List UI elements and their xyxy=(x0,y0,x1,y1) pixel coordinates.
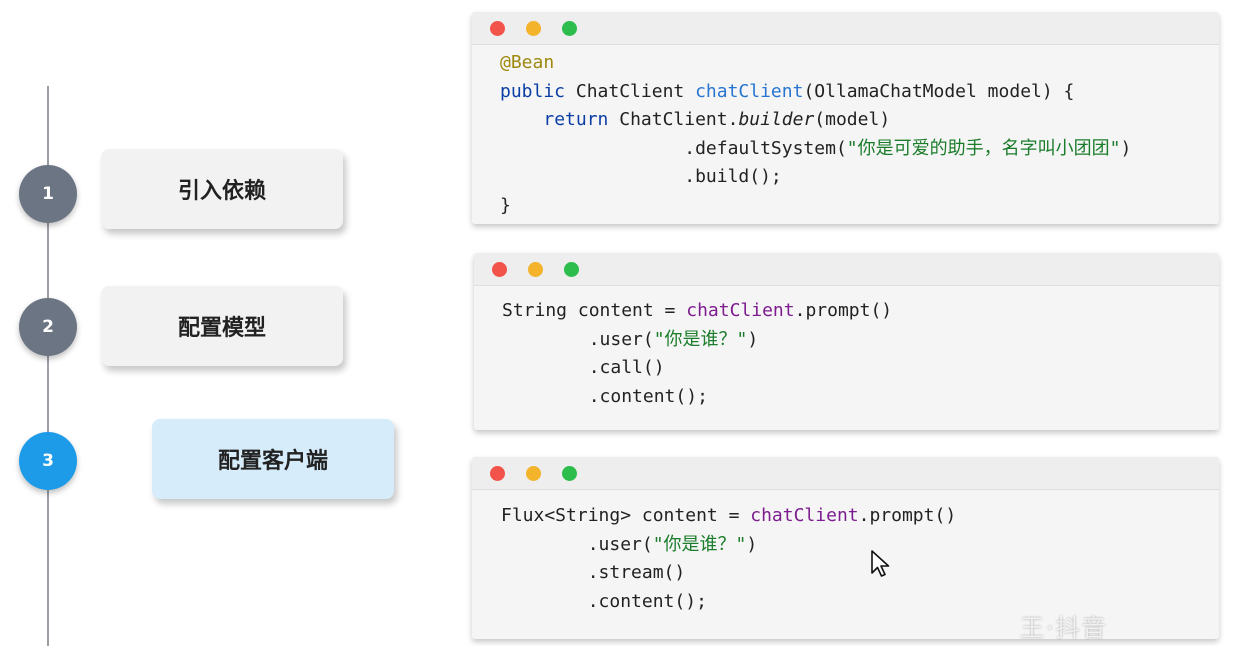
code-token: .build(); xyxy=(500,166,782,188)
window-titlebar xyxy=(474,253,1219,286)
code-token: chatClient xyxy=(686,300,795,321)
mouse-pointer-icon xyxy=(871,550,890,577)
step-1-card[interactable]: 引入依赖 xyxy=(101,149,343,229)
maximize-dot-icon xyxy=(562,20,577,36)
code-token: "你是谁？" xyxy=(652,533,747,555)
code-block: String content = chatClient.prompt() .us… xyxy=(474,286,1219,411)
code-line: @Bean xyxy=(500,52,554,73)
maximize-dot-icon xyxy=(564,261,579,277)
code-token: .user( xyxy=(502,328,654,350)
code-line: return ChatClient.builder(model) xyxy=(500,109,890,130)
code-token: chatClient xyxy=(750,505,859,526)
code-token: .content(); xyxy=(501,590,707,612)
code-token: chatClient xyxy=(695,80,804,102)
code-window-call-example: String content = chatClient.prompt() .us… xyxy=(474,253,1219,430)
code-line: String content = chatClient.prompt() xyxy=(502,300,892,321)
code-line: .call() xyxy=(502,357,665,378)
code-token: ) xyxy=(1120,137,1132,159)
code-block: Flux<String> content = chatClient.prompt… xyxy=(472,490,1219,616)
code-token: public xyxy=(500,80,566,102)
code-token: .prompt() xyxy=(794,300,893,321)
code-line: .content(); xyxy=(502,386,708,407)
code-line: .defaultSystem("你是可爱的助手，名字叫小团团") xyxy=(500,138,1131,159)
code-token: @Bean xyxy=(500,52,555,73)
watermark-text: 王·抖音 xyxy=(1020,614,1108,642)
code-block: @Bean public ChatClient chatClient(Ollam… xyxy=(472,45,1219,221)
code-line: .stream() xyxy=(501,562,686,584)
code-token: } xyxy=(500,194,511,216)
step-3-number: 3 xyxy=(19,432,77,490)
close-dot-icon xyxy=(492,261,507,277)
code-token: String content = xyxy=(502,300,687,321)
minimize-dot-icon xyxy=(526,20,541,36)
code-token: Flux<String> content = xyxy=(501,505,751,526)
code-line: } xyxy=(500,195,511,216)
code-token: ChatClient. xyxy=(608,109,739,131)
code-token: return xyxy=(543,109,609,131)
step-2-card[interactable]: 配置模型 xyxy=(101,286,343,366)
code-token: "你是谁？" xyxy=(653,328,748,350)
code-token: "你是可爱的助手，名字叫小团团" xyxy=(846,137,1121,159)
code-window-chatclient-bean: @Bean public ChatClient chatClient(Ollam… xyxy=(472,12,1219,224)
code-token: .user( xyxy=(501,533,653,555)
code-line: .content(); xyxy=(501,591,707,612)
close-dot-icon xyxy=(490,465,505,481)
code-token: (OllamaChatModel model) { xyxy=(803,80,1075,102)
code-token: .call() xyxy=(502,357,665,379)
code-token: .defaultSystem( xyxy=(500,137,847,159)
code-token: ) xyxy=(747,328,759,350)
step-2-number: 2 xyxy=(19,298,77,356)
minimize-dot-icon xyxy=(528,261,543,277)
step-1-number: 1 xyxy=(19,165,77,223)
code-line: .user("你是谁？") xyxy=(501,533,758,555)
code-token: .stream() xyxy=(501,562,686,584)
code-token: .content(); xyxy=(502,385,708,407)
window-titlebar xyxy=(472,457,1219,490)
code-line: .build(); xyxy=(500,166,782,187)
step-3-card-active[interactable]: 配置客户端 xyxy=(152,419,394,499)
code-token: ) xyxy=(746,533,758,555)
window-titlebar xyxy=(472,12,1219,45)
code-token: builder xyxy=(738,109,815,131)
minimize-dot-icon xyxy=(526,465,541,481)
maximize-dot-icon xyxy=(562,465,577,481)
code-line: Flux<String> content = chatClient.prompt… xyxy=(501,505,956,526)
code-token: (model) xyxy=(814,109,891,131)
code-token: .prompt() xyxy=(858,505,957,526)
code-line: public ChatClient chatClient(OllamaChatM… xyxy=(500,81,1074,102)
code-token: ChatClient xyxy=(565,80,696,102)
code-line: .user("你是谁？") xyxy=(502,328,759,350)
close-dot-icon xyxy=(490,20,505,36)
